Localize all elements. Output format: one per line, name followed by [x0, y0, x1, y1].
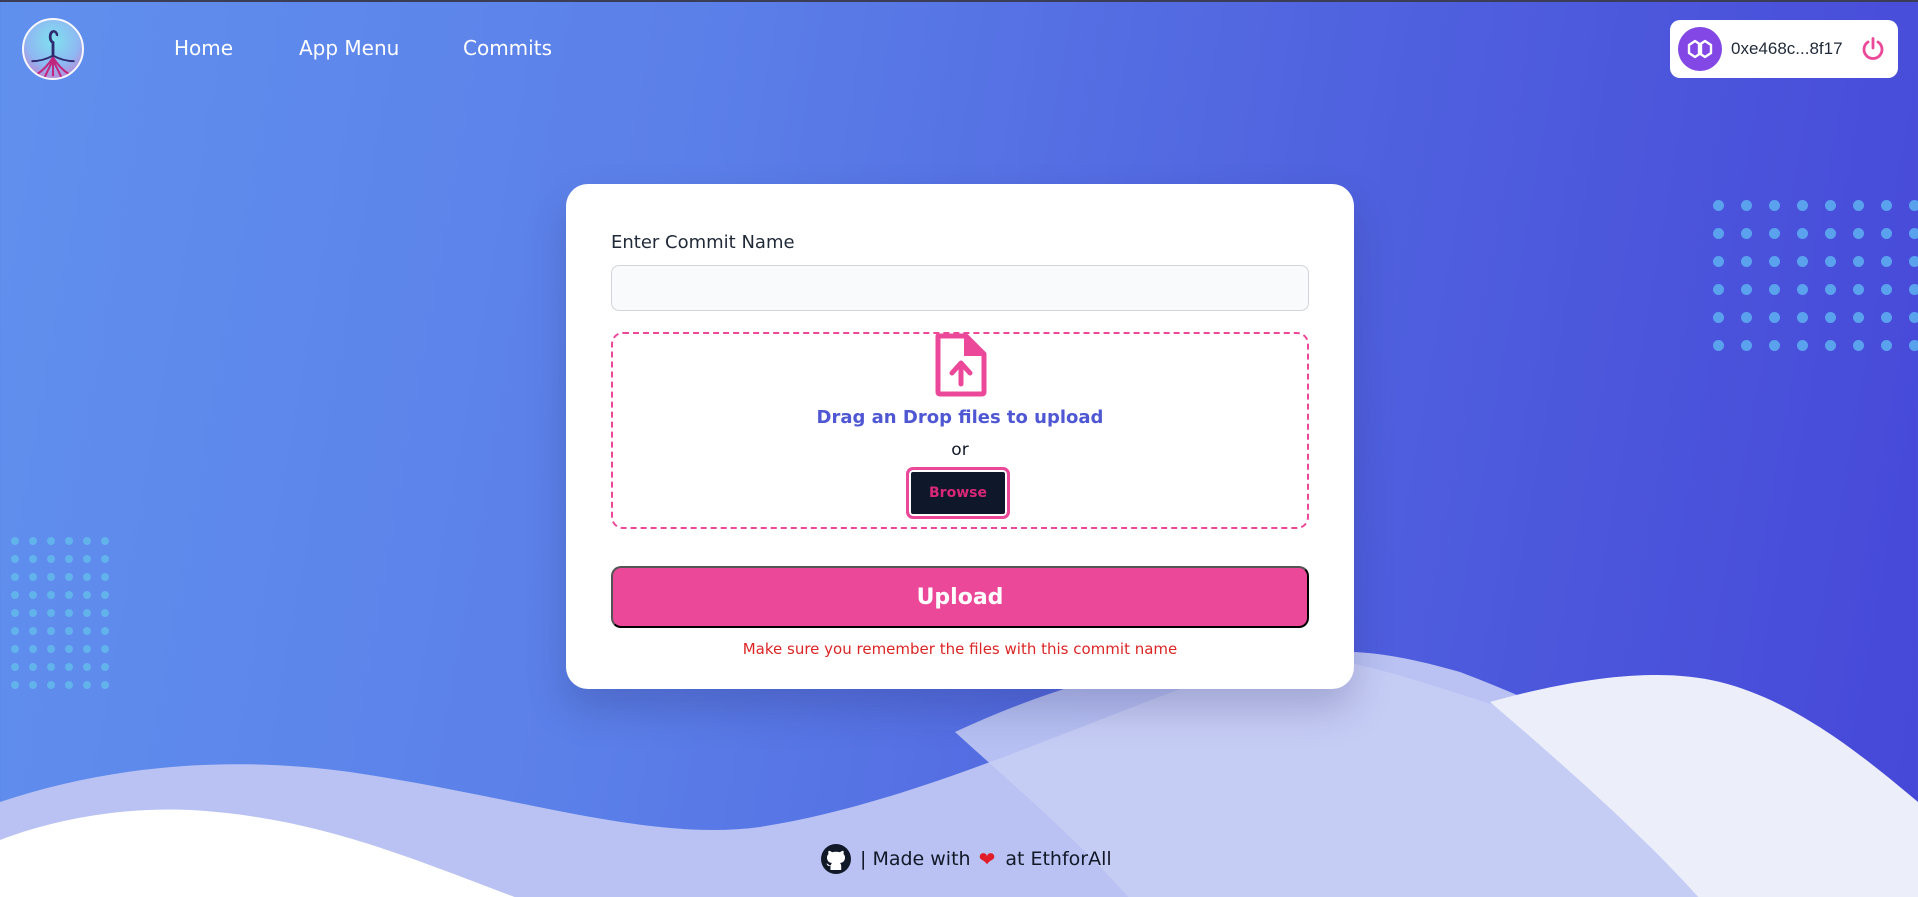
commit-name-warning: Make sure you remember the files with th…	[742, 640, 1178, 658]
footer: | Made with ❤ at EthforAll	[820, 842, 1112, 876]
decorative-dots-left	[11, 537, 109, 689]
file-upload-icon	[935, 333, 987, 397]
footer-made-with: | Made with	[860, 848, 971, 870]
github-icon[interactable]	[820, 843, 852, 875]
wallet-address: 0xe468c...8f17	[1731, 39, 1843, 58]
dropzone-title: Drag an Drop files to upload	[816, 407, 1104, 428]
wallet-badge[interactable]: 0xe468c...8f17	[1670, 20, 1898, 78]
commit-upload-card: Enter Commit Name Drag an Drop files to …	[566, 184, 1354, 689]
upload-button[interactable]: Upload	[611, 566, 1309, 628]
nav-link-commits[interactable]: Commits	[463, 36, 552, 60]
power-icon[interactable]	[1860, 36, 1886, 62]
commit-name-label: Enter Commit Name	[611, 232, 795, 253]
dropzone-or: or	[951, 440, 969, 460]
polygon-icon	[1678, 27, 1722, 71]
nav-link-app-menu[interactable]: App Menu	[299, 36, 399, 60]
decorative-dots-right	[1713, 200, 1918, 351]
app-logo[interactable]	[22, 18, 84, 80]
footer-credit: at EthforAll	[1005, 848, 1112, 870]
nav-link-home[interactable]: Home	[174, 36, 233, 60]
browse-button[interactable]: Browse	[906, 467, 1010, 519]
tree-roots-icon	[31, 29, 75, 78]
top-navbar: Home App Menu Commits 0xe468c...8f17	[0, 2, 1918, 94]
commit-name-input[interactable]	[611, 265, 1309, 311]
heart-icon: ❤	[978, 847, 996, 871]
file-dropzone[interactable]: Drag an Drop files to upload or Browse	[611, 332, 1309, 529]
